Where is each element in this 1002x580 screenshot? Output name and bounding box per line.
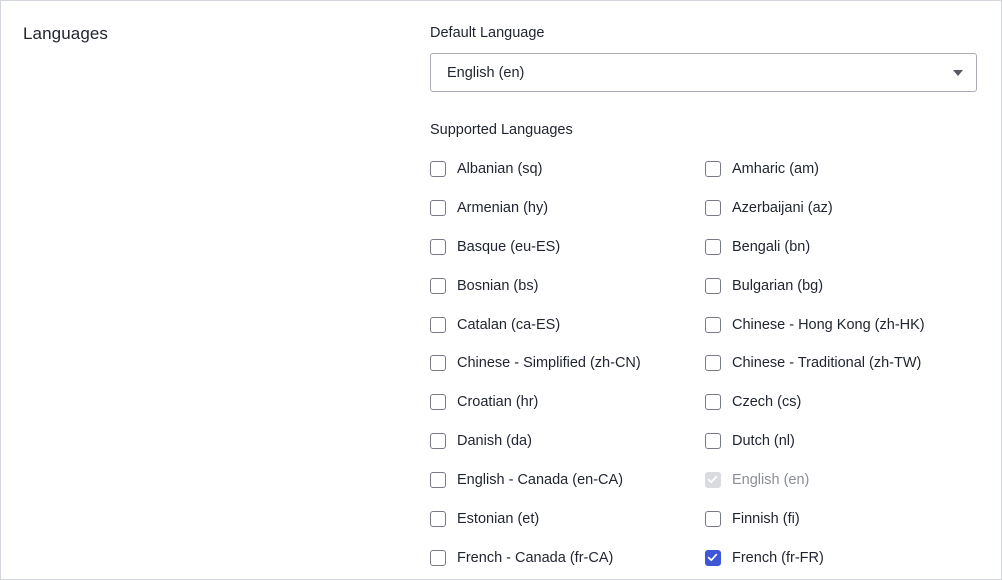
language-option[interactable]: Azerbaijani (az) <box>705 195 833 221</box>
language-option-label: French - Canada (fr-CA) <box>457 549 614 566</box>
language-checkbox[interactable] <box>430 549 446 566</box>
language-option-label: Amharic (am) <box>732 161 820 177</box>
language-option[interactable]: Estonian (et) <box>430 506 539 532</box>
language-option-label: Armenian (hy) <box>457 199 549 216</box>
language-option: English (en) <box>705 467 809 493</box>
language-option-label: Estonian (et) <box>457 511 540 528</box>
language-row: Armenian (hy) Azerbaijani (az) <box>430 195 990 234</box>
language-option-label: Albanian (sq) <box>457 161 543 177</box>
language-row: Basque (eu-ES) Bengali (bn) <box>430 234 990 273</box>
language-checkbox[interactable] <box>430 238 446 255</box>
language-checkbox[interactable] <box>430 433 446 450</box>
language-option[interactable]: Bosnian (bs) <box>430 273 538 299</box>
language-option-label: Chinese - Traditional (zh-TW) <box>732 355 922 372</box>
language-option[interactable]: Armenian (hy) <box>430 195 548 221</box>
language-option[interactable]: Danish (da) <box>430 428 532 454</box>
section-title: Languages <box>23 24 109 43</box>
language-option-label: Bulgarian (bg) <box>732 277 824 294</box>
language-checkbox[interactable] <box>705 199 721 216</box>
language-option[interactable]: Amharic (am) <box>705 156 819 182</box>
language-checkbox[interactable] <box>430 161 446 177</box>
default-language-select[interactable]: English (en) <box>430 53 977 92</box>
language-checkbox[interactable] <box>430 355 446 372</box>
language-option-label: English - Canada (en-CA) <box>457 472 624 489</box>
language-checkbox[interactable] <box>705 433 721 450</box>
language-checkbox <box>705 472 721 489</box>
language-checkbox[interactable] <box>705 238 721 255</box>
language-row: English - Canada (en-CA) English (en) <box>430 467 990 506</box>
language-option-label: Bosnian (bs) <box>457 277 539 294</box>
language-option[interactable]: Basque (eu-ES) <box>430 234 560 260</box>
checkmark-icon <box>707 553 718 561</box>
language-option-label: Chinese - Simplified (zh-CN) <box>457 355 641 372</box>
language-option[interactable]: Albanian (sq) <box>430 156 542 182</box>
language-checkbox[interactable] <box>430 277 446 294</box>
language-row: Chinese - Simplified (zh-CN) Chinese - Tr… <box>430 350 990 389</box>
language-option-label: Basque (eu-ES) <box>457 238 561 255</box>
language-option-label: French (fr-FR) <box>732 549 824 566</box>
language-option-label: Bengali (bn) <box>732 238 811 255</box>
language-option[interactable]: Croatian (hr) <box>430 389 538 415</box>
language-checkbox[interactable] <box>705 549 721 566</box>
default-language-value: English (en) <box>447 65 525 81</box>
language-option[interactable]: Czech (cs) <box>705 389 801 415</box>
language-checkbox[interactable] <box>705 511 721 528</box>
language-option[interactable]: Catalan (ca-ES) <box>430 312 560 338</box>
language-checkbox[interactable] <box>705 355 721 372</box>
language-option-label: Croatian (hr) <box>457 394 539 411</box>
language-checkbox[interactable] <box>705 316 721 333</box>
language-option-label: Chinese - Hong Kong (zh-HK) <box>732 316 925 333</box>
language-option[interactable]: French - Canada (fr-CA) <box>430 545 613 571</box>
supported-languages-label: Supported Languages <box>430 122 573 138</box>
language-option-label: Catalan (ca-ES) <box>457 316 561 333</box>
language-option-label: Finnish (fi) <box>732 511 800 528</box>
chevron-down-icon <box>953 70 963 76</box>
language-option[interactable]: Bulgarian (bg) <box>705 273 823 299</box>
language-option[interactable]: English - Canada (en-CA) <box>430 467 623 493</box>
default-language-label: Default Language <box>430 25 545 41</box>
language-row: French - Canada (fr-CA) French (fr-FR) <box>430 545 990 579</box>
language-option[interactable]: Dutch (nl) <box>705 428 795 454</box>
language-checkbox[interactable] <box>705 161 721 177</box>
language-row: Albanian (sq) Amharic (am) <box>430 156 990 195</box>
language-option-label: Danish (da) <box>457 433 532 450</box>
language-row: Bosnian (bs) Bulgarian (bg) <box>430 273 990 312</box>
supported-languages-list: Albanian (sq) Amharic (am) Armenian (hy) Az… <box>430 156 990 579</box>
languages-settings-panel: Languages Default Language English (en) … <box>0 0 1002 580</box>
language-option-label: Czech (cs) <box>732 394 802 411</box>
checkmark-icon <box>707 475 718 484</box>
language-row: Croatian (hr) Czech (cs) <box>430 389 990 428</box>
language-option-label: Azerbaijani (az) <box>732 199 833 216</box>
language-checkbox[interactable] <box>705 394 721 411</box>
language-checkbox[interactable] <box>430 472 446 489</box>
language-checkbox[interactable] <box>430 394 446 411</box>
language-checkbox[interactable] <box>430 199 446 216</box>
language-option-label: English (en) <box>732 472 810 489</box>
language-option[interactable]: French (fr-FR) <box>705 545 824 571</box>
language-option[interactable]: Finnish (fi) <box>705 506 800 532</box>
language-row: Danish (da) Dutch (nl) <box>430 428 990 467</box>
language-option[interactable]: Chinese - Hong Kong (zh-HK) <box>705 312 925 338</box>
language-row: Catalan (ca-ES) Chinese - Hong Kong (zh-H… <box>430 312 990 351</box>
language-row: Estonian (et) Finnish (fi) <box>430 506 990 545</box>
language-option[interactable]: Chinese - Traditional (zh-TW) <box>705 350 921 376</box>
language-option[interactable]: Chinese - Simplified (zh-CN) <box>430 350 641 376</box>
language-checkbox[interactable] <box>705 277 721 294</box>
language-option-label: Dutch (nl) <box>732 433 795 450</box>
language-option[interactable]: Bengali (bn) <box>705 234 810 260</box>
language-checkbox[interactable] <box>430 316 446 333</box>
language-checkbox[interactable] <box>430 511 446 528</box>
